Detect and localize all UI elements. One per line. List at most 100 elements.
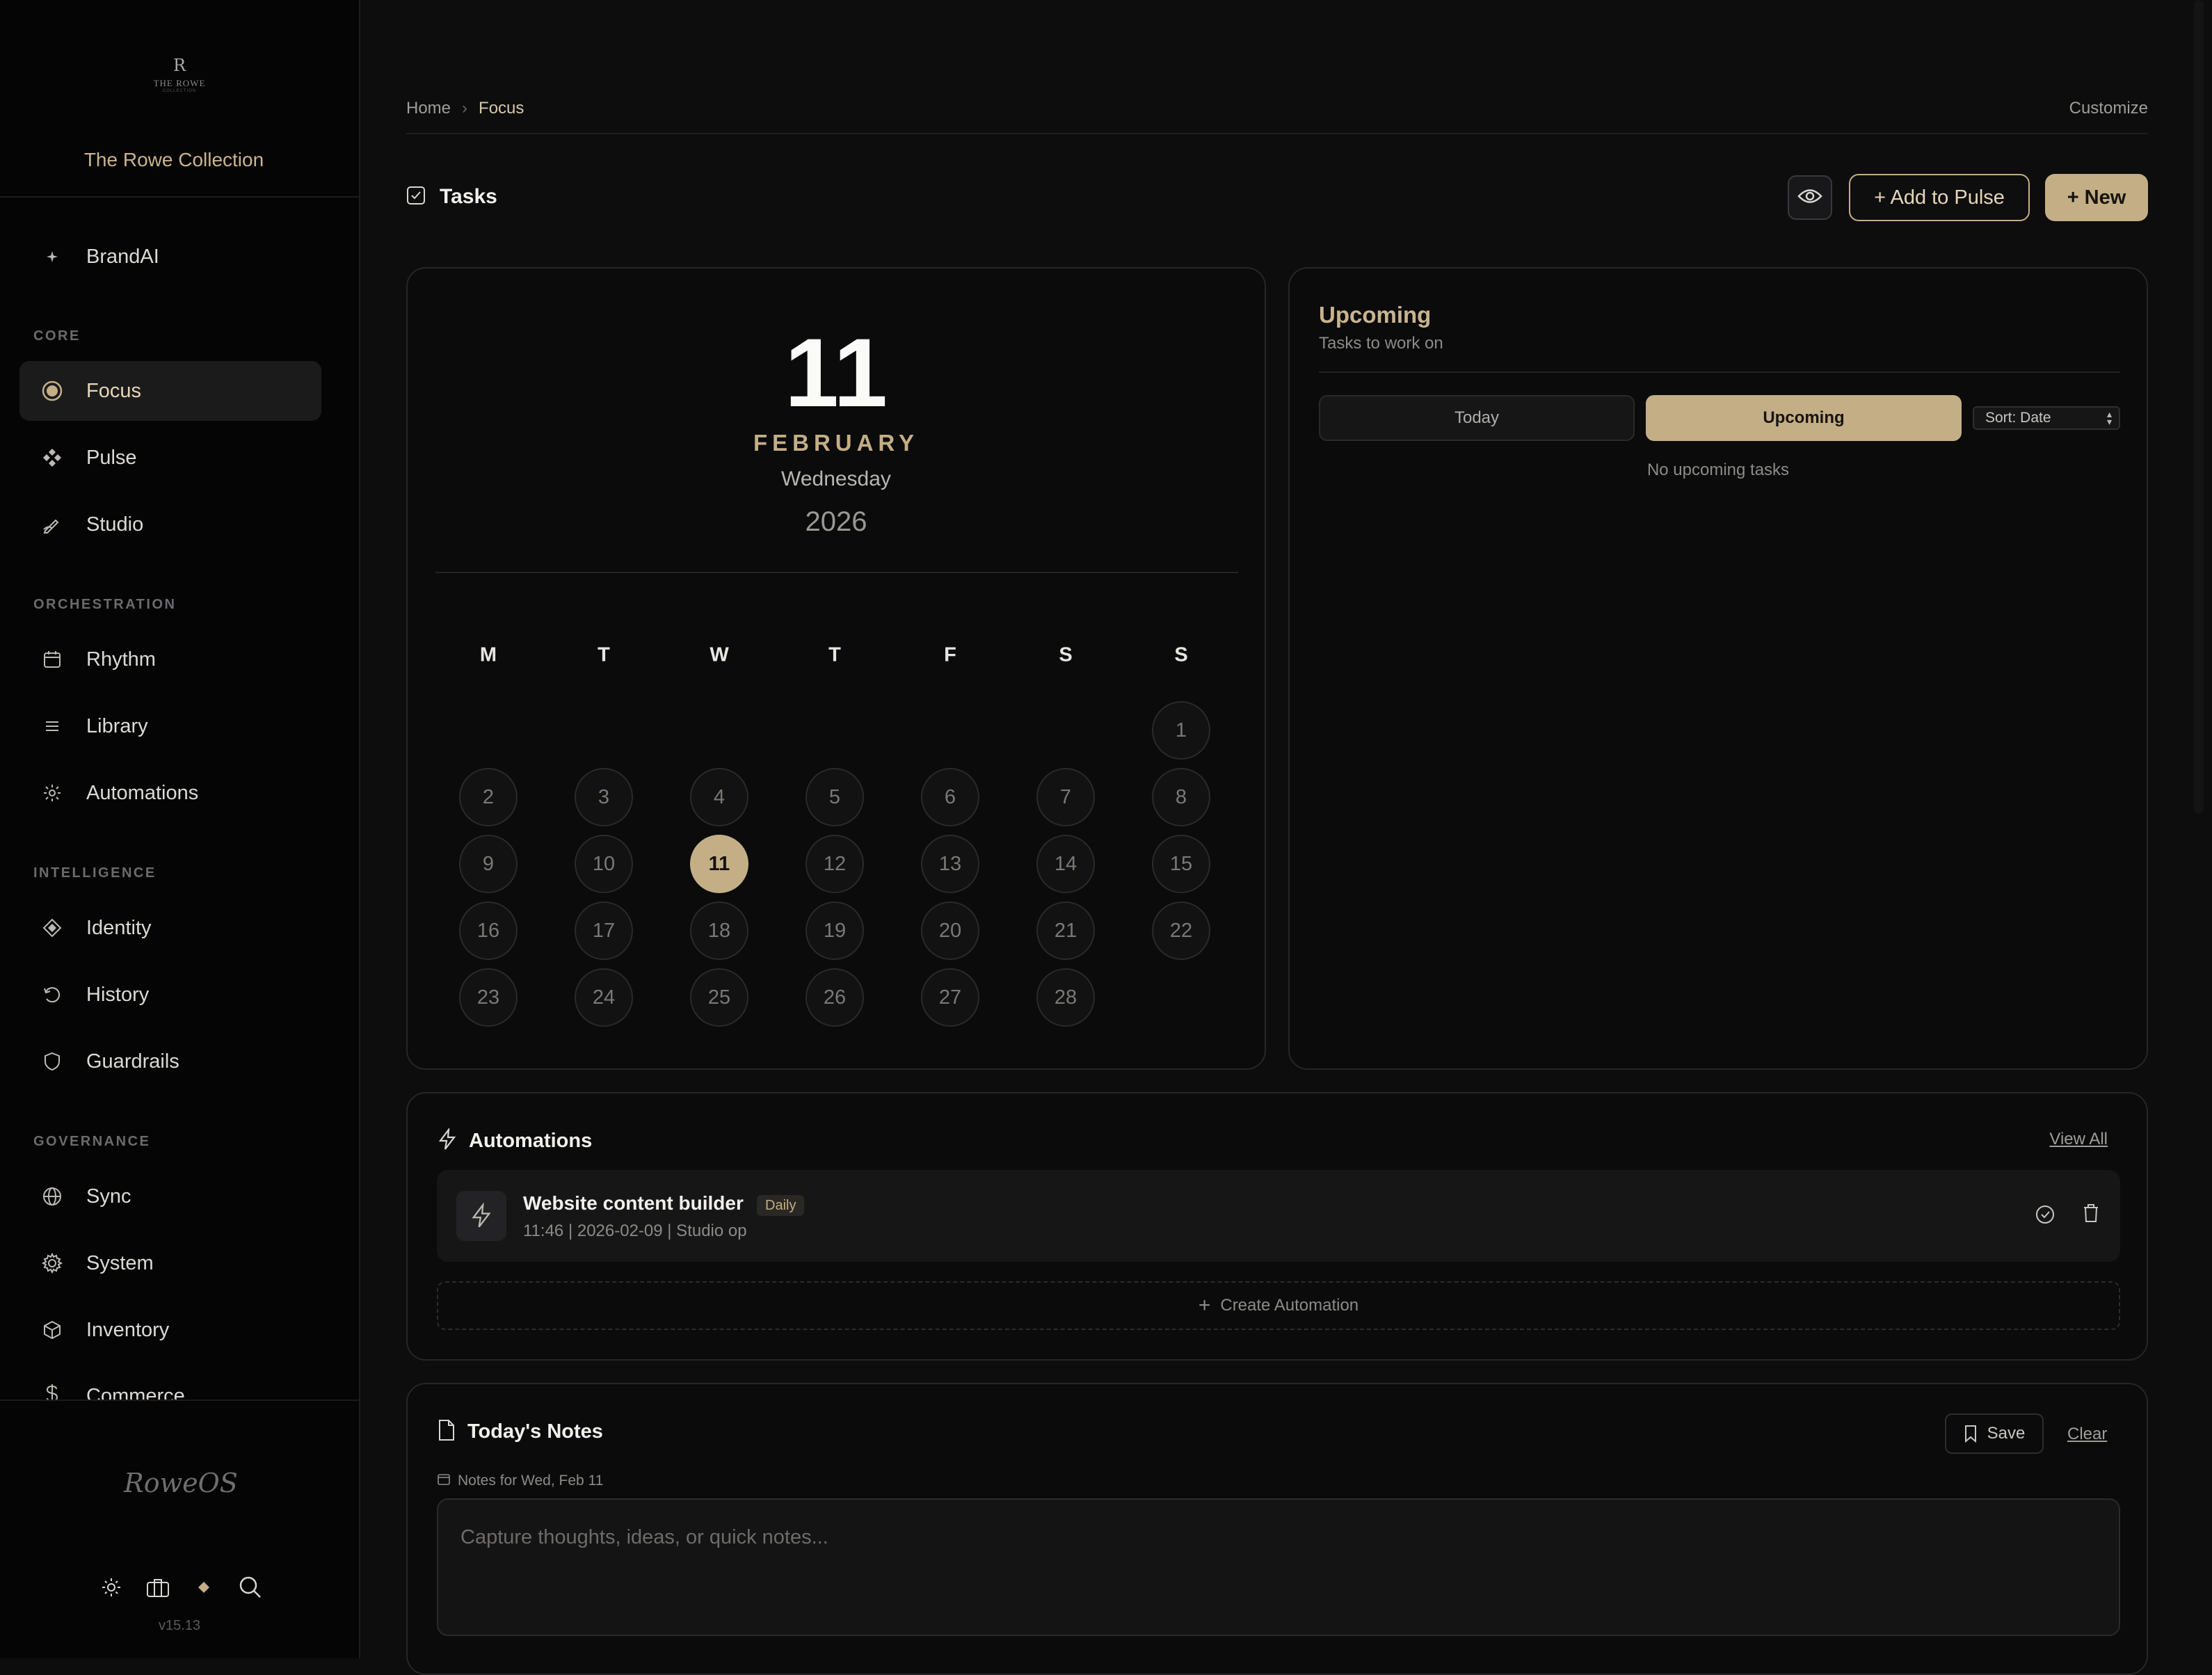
automations-card: Automations View All Website content bui… [406,1092,2148,1361]
selected-weekday: Wednesday [781,467,891,490]
calendar-day[interactable]: 9 [459,835,518,893]
automation-name: Website content builder [523,1192,744,1214]
sidebar-divider [0,196,360,198]
new-task-button[interactable]: + New [2045,174,2148,221]
calendar-day[interactable]: 20 [921,901,979,960]
calendar-day[interactable]: 2 [459,768,518,826]
empty-state: No upcoming tasks [1646,460,1790,479]
calendar-day[interactable]: 21 [1036,901,1095,960]
automation-meta: 11:46 | 2026-02-09 | Studio op [523,1221,747,1240]
bolt-icon [456,1191,506,1241]
calendar-day[interactable]: 7 [1036,768,1095,826]
calendar-day[interactable]: 10 [575,835,633,893]
brand-logo[interactable]: R THE ROWE COLLECTION [152,56,207,97]
calendar-day[interactable]: 27 [921,968,979,1027]
delete-button[interactable] [2081,1202,2101,1228]
tab-upcoming[interactable]: Upcoming [1646,395,1962,441]
complete-button[interactable] [2034,1203,2056,1229]
calendar-day[interactable]: 3 [575,768,633,826]
sidebar-item-commerce[interactable]: Commerce [19,1367,321,1400]
logo-line2: COLLECTION [162,89,197,93]
sidebar-item-studio[interactable]: Studio [19,495,321,554]
automations-header: Automations [437,1127,593,1154]
search-icon[interactable] [237,1573,264,1601]
section-label-intelligence: INTELLIGENCE [33,865,157,881]
dollar-icon [42,1384,63,1400]
sidebar-item-label: Focus [86,379,141,402]
sun-icon[interactable] [97,1573,125,1601]
calendar-day[interactable]: 1 [1152,701,1210,760]
calendar-day[interactable]: 24 [575,968,633,1027]
sidebar-item-inventory[interactable]: Inventory [19,1300,321,1360]
selected-month: FEBRUARY [753,430,920,456]
trash-icon [2081,1204,2101,1227]
automation-row[interactable]: Website content builder Daily 11:46 | 20… [437,1170,2120,1262]
calendar-card: 11 FEBRUARY Wednesday 2026 MTWTFSS123456… [406,267,1266,1070]
sidebar-item-history[interactable]: History [19,965,321,1025]
calendar-day[interactable]: 16 [459,901,518,960]
select-arrows-icon: ▴ ▾ [2106,408,2112,427]
sidebar-item-library[interactable]: Library [19,696,321,756]
calendar-day[interactable]: 14 [1036,835,1095,893]
sidebar-item-focus[interactable]: Focus [19,361,321,421]
calendar-day[interactable]: 15 [1152,835,1210,893]
sidebar-item-identity[interactable]: Identity [19,898,321,958]
calendar-day[interactable]: 23 [459,968,518,1027]
shield-icon [42,1051,63,1072]
weekday-header: S [1174,643,1188,666]
scrollbar-thumb[interactable] [2194,0,2204,814]
sidebar-item-label: Guardrails [86,1050,179,1073]
calendar-day-today[interactable]: 11 [690,835,748,893]
calendar-day[interactable]: 19 [806,901,864,960]
sidebar-item-pulse[interactable]: Pulse [19,428,321,488]
sidebar-item-guardrails[interactable]: Guardrails [19,1032,321,1091]
briefcase-icon[interactable] [144,1573,172,1601]
add-to-pulse-button[interactable]: + Add to Pulse [1849,174,2030,221]
upcoming-subtitle: Tasks to work on [1319,334,1443,353]
calendar-day[interactable]: 25 [690,968,748,1027]
sidebar-item-label: Rhythm [86,648,156,671]
calendar-icon [42,649,63,670]
calendar-day[interactable]: 4 [690,768,748,826]
sidebar-item-label: Studio [86,513,144,536]
sidebar-item-system[interactable]: System [19,1233,321,1293]
sidebar: R THE ROWE COLLECTION The Rowe Collectio… [0,0,360,1658]
globe-icon [42,1186,63,1207]
sort-select[interactable]: Sort: Date ▴ ▾ [1973,406,2120,430]
check-circle-icon [2034,1205,2056,1228]
sidebar-item-label: Library [86,714,148,737]
sidebar-item-label: Inventory [86,1318,170,1341]
view-all-link[interactable]: View All [2049,1130,2108,1149]
upcoming-title: Upcoming [1319,302,1432,328]
scrollbar[interactable] [2191,0,2208,814]
sidebar-item-sync[interactable]: Sync [19,1167,321,1226]
weekday-header: T [828,643,841,666]
calendar-day[interactable]: 17 [575,901,633,960]
clear-notes-link[interactable]: Clear [2067,1425,2107,1444]
notes-date-text: Notes for Wed, Feb 11 [458,1473,604,1489]
sidebar-item-automations[interactable]: Automations [19,763,321,823]
diamond-icon [42,917,63,938]
create-automation-button[interactable]: + Create Automation [437,1281,2120,1330]
save-notes-button[interactable]: Save [1945,1413,2044,1454]
calendar-day[interactable]: 28 [1036,968,1095,1027]
sidebar-item-rhythm[interactable]: Rhythm [19,630,321,689]
notes-textarea[interactable]: Capture thoughts, ideas, or quick notes.… [437,1498,2120,1636]
automations-title: Automations [469,1130,593,1152]
notes-date-label: Notes for Wed, Feb 11 [437,1472,603,1490]
diamond-icon[interactable] [190,1573,218,1601]
sparkle-icon [42,246,63,267]
tab-today[interactable]: Today [1319,395,1635,441]
calendar-day[interactable]: 13 [921,835,979,893]
calendar-day[interactable]: 18 [690,901,748,960]
calendar-day[interactable]: 8 [1152,768,1210,826]
calendar-day[interactable]: 26 [806,968,864,1027]
visibility-button[interactable] [1788,175,1832,220]
calendar-day[interactable]: 6 [921,768,979,826]
sidebar-item-brandai[interactable]: BrandAI [19,227,321,287]
calendar-day[interactable]: 22 [1152,901,1210,960]
customize-link[interactable]: Customize [2069,99,2148,118]
calendar-day[interactable]: 5 [806,768,864,826]
calendar-day[interactable]: 12 [806,835,864,893]
breadcrumb-home[interactable]: Home [406,99,451,118]
